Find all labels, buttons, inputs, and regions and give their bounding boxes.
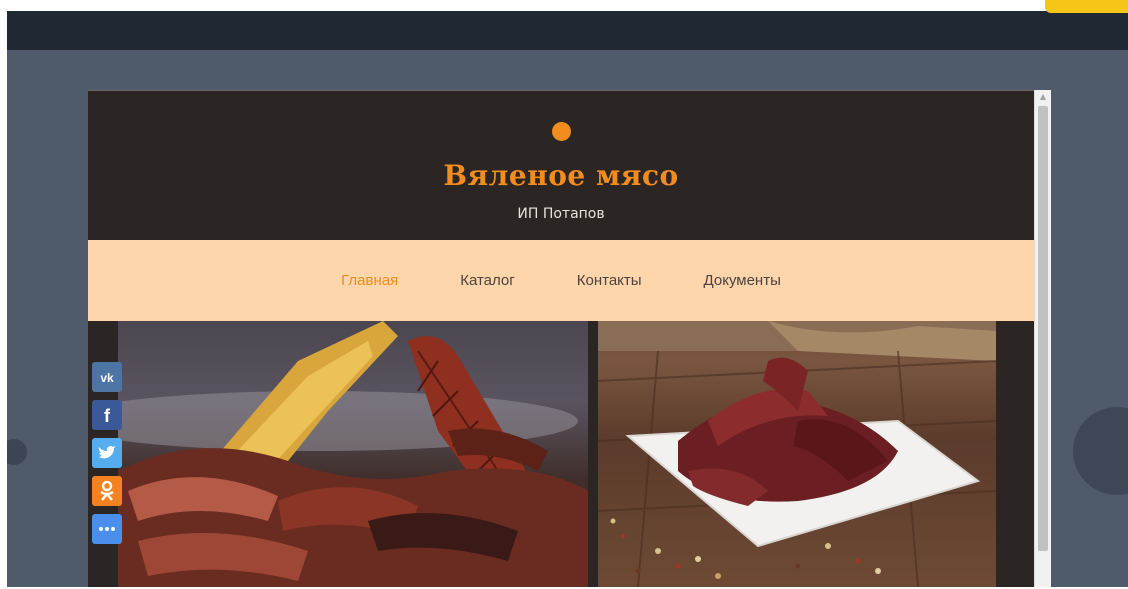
more-share-icon[interactable] bbox=[92, 514, 122, 544]
nav-item-contacts[interactable]: Контакты bbox=[577, 272, 642, 289]
site-title: Вяленое мясо bbox=[443, 159, 679, 192]
scroll-thumb[interactable] bbox=[1038, 106, 1048, 551]
logo-dot-icon bbox=[552, 122, 571, 141]
top-bar bbox=[7, 11, 1128, 50]
preview-scrollbar[interactable]: ▲ bbox=[1034, 90, 1051, 587]
jerky-photo-right bbox=[598, 321, 996, 587]
svg-text:vk: vk bbox=[100, 371, 114, 385]
decorative-circle bbox=[1073, 407, 1128, 495]
social-share-bar: vk f bbox=[92, 362, 122, 552]
facebook-icon[interactable]: f bbox=[92, 400, 122, 430]
preview-stage: Вяленое мясо ИП Потапов Главная Каталог … bbox=[7, 50, 1128, 587]
site-subtitle: ИП Потапов bbox=[517, 206, 605, 222]
nav-item-documents[interactable]: Документы bbox=[704, 272, 781, 289]
site-header: Вяленое мясо ИП Потапов bbox=[88, 90, 1034, 241]
vk-icon[interactable]: vk bbox=[92, 362, 122, 392]
scroll-up-arrow-icon[interactable]: ▲ bbox=[1035, 90, 1051, 104]
site-preview-frame: Вяленое мясо ИП Потапов Главная Каталог … bbox=[88, 90, 1034, 587]
svg-text:f: f bbox=[104, 406, 111, 426]
jerky-photo-left bbox=[118, 321, 588, 587]
product-photo-right bbox=[598, 321, 996, 587]
main-nav: Главная Каталог Контакты Документы bbox=[88, 240, 1034, 321]
top-accent-tab[interactable] bbox=[1045, 0, 1128, 13]
twitter-icon[interactable] bbox=[92, 438, 122, 468]
decorative-dot bbox=[7, 439, 27, 465]
nav-item-catalog[interactable]: Каталог bbox=[460, 272, 515, 289]
odnoklassniki-icon[interactable] bbox=[92, 476, 122, 506]
product-photo-left bbox=[118, 321, 588, 587]
nav-item-home[interactable]: Главная bbox=[341, 272, 398, 289]
